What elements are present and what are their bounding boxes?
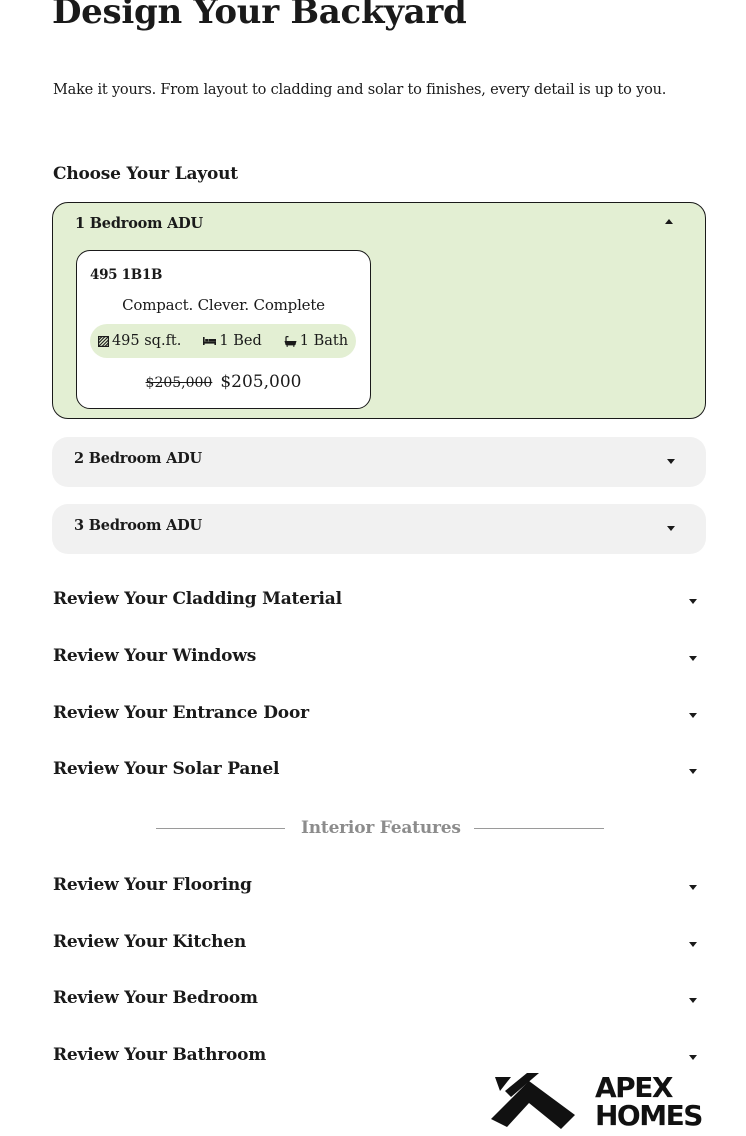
chevron-down-icon[interactable] — [689, 769, 697, 774]
section-label: Review Your Entrance Door — [53, 703, 309, 723]
house-mark-icon — [491, 1073, 575, 1129]
spec-area-value: 495 sq.ft. — [111, 333, 182, 349]
layout-section-heading: Choose Your Layout — [53, 164, 238, 184]
layout-card-tagline: Compact. Clever. Complete — [122, 296, 325, 314]
apex-homes-logo[interactable]: APEX HOMES — [489, 1071, 703, 1133]
chevron-down-icon[interactable] — [689, 599, 697, 604]
divider-line-right — [474, 828, 604, 829]
section-label: Review Your Windows — [53, 646, 257, 666]
layout-card-price-row: $205,000 $205,000 — [77, 372, 370, 392]
section-windows[interactable]: Review Your Windows — [53, 646, 705, 672]
layout-option-1-bedroom: 1 Bedroom ADU 495 1B1B Compact. Clever. … — [52, 202, 706, 419]
interior-features-divider: Interior Features — [156, 818, 604, 842]
layout-option-2-bedroom[interactable]: 2 Bedroom ADU — [52, 437, 706, 487]
divider-label: Interior Features — [301, 818, 461, 838]
layout-option-label: 3 Bedroom ADU — [74, 517, 202, 534]
current-price: $205,000 — [220, 372, 302, 392]
section-flooring[interactable]: Review Your Flooring — [53, 875, 705, 901]
section-cladding-material[interactable]: Review Your Cladding Material — [53, 589, 705, 615]
page-title: Design Your Backyard — [52, 0, 467, 32]
section-bathroom[interactable]: Review Your Bathroom — [53, 1045, 705, 1071]
chevron-down-icon[interactable] — [689, 998, 697, 1003]
spec-beds-value: 1 Bed — [219, 333, 262, 349]
chevron-down-icon[interactable] — [689, 942, 697, 947]
spec-area: 495 sq.ft. — [97, 333, 182, 349]
section-kitchen[interactable]: Review Your Kitchen — [53, 932, 705, 958]
spec-baths-value: 1 Bath — [299, 333, 349, 349]
floor-plan-icon — [97, 335, 109, 347]
section-label: Review Your Kitchen — [53, 932, 247, 952]
chevron-down-icon[interactable] — [689, 1055, 697, 1060]
chevron-down-icon[interactable] — [667, 526, 675, 531]
divider-line-left — [156, 828, 285, 829]
section-label: Review Your Solar Panel — [53, 759, 280, 779]
logo-text-line-2: HOMES — [595, 1099, 703, 1132]
bed-icon — [203, 337, 217, 345]
chevron-up-icon[interactable] — [665, 219, 673, 224]
spec-beds: 1 Bed — [203, 333, 262, 349]
page-subtitle: Make it yours. From layout to cladding a… — [53, 82, 667, 98]
section-label: Review Your Cladding Material — [53, 589, 342, 609]
chevron-down-icon[interactable] — [689, 713, 697, 718]
chevron-down-icon[interactable] — [689, 885, 697, 890]
chevron-down-icon[interactable] — [689, 656, 697, 661]
chevron-down-icon[interactable] — [667, 459, 675, 464]
section-bedroom[interactable]: Review Your Bedroom — [53, 988, 705, 1014]
layout-option-3-bedroom[interactable]: 3 Bedroom ADU — [52, 504, 706, 554]
bathtub-icon — [284, 335, 297, 347]
section-solar-panel[interactable]: Review Your Solar Panel — [53, 759, 705, 785]
layout-option-label: 2 Bedroom ADU — [74, 450, 202, 467]
layout-option-label[interactable]: 1 Bedroom ADU — [75, 215, 203, 232]
original-price: $205,000 — [145, 375, 213, 391]
spec-baths: 1 Bath — [284, 333, 348, 349]
section-entrance-door[interactable]: Review Your Entrance Door — [53, 703, 705, 729]
layout-card-code: 495 1B1B — [90, 267, 163, 283]
layout-card-specs: 495 sq.ft. 1 Bed 1 Bath — [90, 324, 356, 358]
section-label: Review Your Bathroom — [53, 1045, 267, 1065]
section-label: Review Your Flooring — [53, 875, 252, 895]
layout-card-495-1b1b[interactable]: 495 1B1B Compact. Clever. Complete 495 s… — [76, 250, 371, 409]
section-label: Review Your Bedroom — [53, 988, 258, 1008]
logo-text-line-1: APEX — [595, 1071, 673, 1104]
